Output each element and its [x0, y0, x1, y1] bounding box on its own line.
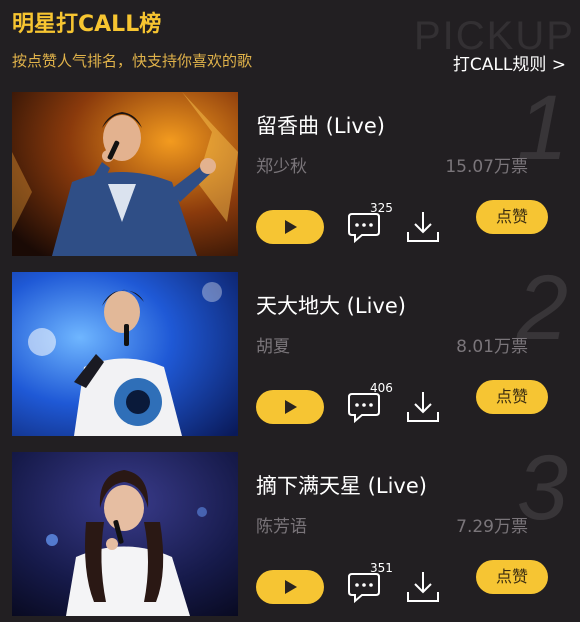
- artist-name: 郑少秋: [256, 157, 307, 177]
- page-subtitle: 按点赞人气排名，快支持你喜欢的歌: [12, 52, 253, 70]
- play-button[interactable]: [256, 390, 324, 424]
- download-button[interactable]: [404, 208, 442, 246]
- song-title[interactable]: 摘下满天星 (Live): [256, 470, 427, 500]
- song-title[interactable]: 留香曲 (Live): [256, 110, 385, 140]
- song-title[interactable]: 天大地大 (Live): [256, 290, 406, 320]
- vote-count: 15.07万票: [445, 157, 528, 177]
- vote-count: 7.29万票: [456, 517, 528, 537]
- song-cover-image[interactable]: [12, 272, 238, 436]
- comment-count: 406: [370, 381, 393, 395]
- download-icon: [407, 212, 439, 242]
- song-card: 3 摘下满天星 (Live) 陈芳语 7.29万票 351 点赞: [0, 442, 580, 622]
- comment-count: 351: [370, 561, 393, 575]
- download-icon: [407, 572, 439, 602]
- like-button[interactable]: 点赞: [476, 200, 548, 234]
- download-button[interactable]: [404, 388, 442, 426]
- like-button[interactable]: 点赞: [476, 380, 548, 414]
- vote-count: 8.01万票: [456, 337, 528, 357]
- song-card: 2 天大地大 (Live) 胡夏 8.01万票 406 点赞: [0, 262, 580, 442]
- like-button[interactable]: 点赞: [476, 560, 548, 594]
- download-icon: [407, 392, 439, 422]
- artist-name: 陈芳语: [256, 517, 307, 537]
- play-button[interactable]: [256, 210, 324, 244]
- song-cover-image[interactable]: [12, 92, 238, 256]
- comment-button[interactable]: [346, 390, 382, 424]
- comment-icon: [348, 573, 380, 604]
- song-card: 1 留香曲 (Live) 郑少秋 15.07万票 325 点赞: [0, 82, 580, 262]
- comment-icon: [348, 393, 380, 424]
- rules-link[interactable]: 打CALL规则 >: [453, 50, 566, 75]
- comment-icon: [348, 213, 380, 244]
- song-cover-image[interactable]: [12, 452, 238, 616]
- play-button[interactable]: [256, 570, 324, 604]
- comment-button[interactable]: [346, 570, 382, 604]
- comment-count: 325: [370, 201, 393, 215]
- download-button[interactable]: [404, 568, 442, 606]
- comment-button[interactable]: [346, 210, 382, 244]
- artist-name: 胡夏: [256, 337, 290, 357]
- page-title: 明星打CALL榜: [12, 12, 162, 37]
